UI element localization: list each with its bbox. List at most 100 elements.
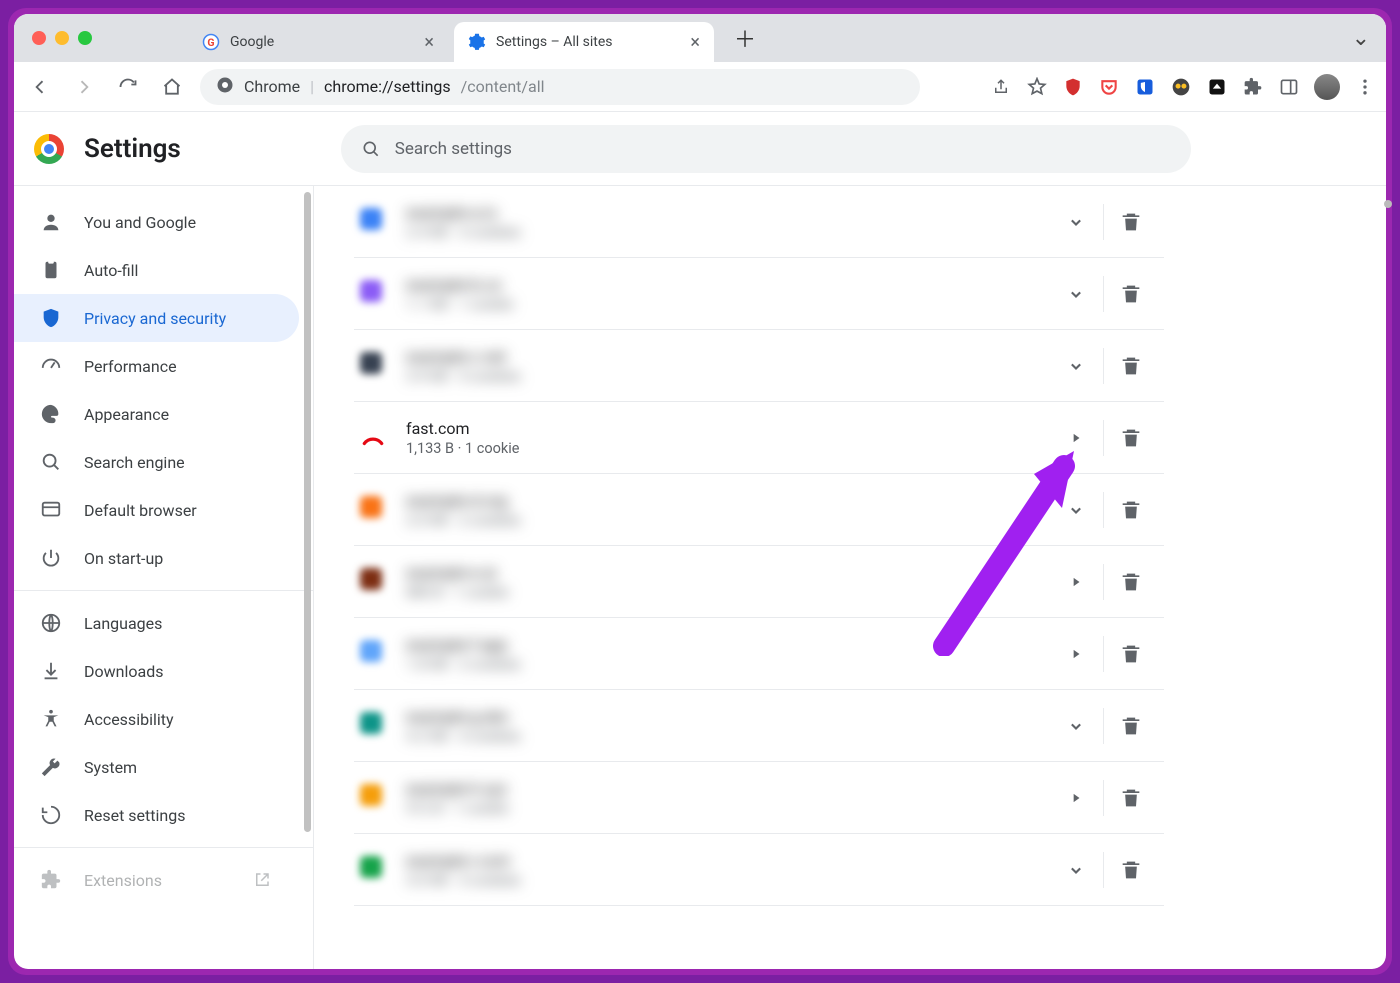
profile-avatar[interactable] (1314, 74, 1340, 100)
site-row[interactable]: example-f.app1.8 KB · 2 cookies (354, 618, 1164, 690)
search-settings-input[interactable]: Search settings (341, 125, 1191, 173)
home-button[interactable] (156, 71, 188, 103)
site-row[interactable]: fast.com1,133 B · 1 cookie (354, 402, 1164, 474)
site-favicon-icon (360, 640, 388, 668)
google-favicon-icon: G (202, 33, 220, 51)
row-actions (1049, 630, 1158, 678)
site-name: example-i.com (406, 851, 1031, 870)
search-icon (361, 139, 381, 159)
clipboard-icon (40, 259, 62, 281)
sidebar-item-downloads[interactable]: Downloads (14, 647, 299, 695)
delete-site-button[interactable] (1104, 270, 1158, 318)
delete-site-button[interactable] (1104, 558, 1158, 606)
expand-row-button[interactable] (1049, 342, 1103, 390)
site-row[interactable]: example-g.dev4.2 KB · 4 cookies (354, 690, 1164, 762)
new-tab-button[interactable]: ＋ (730, 23, 760, 53)
tab-settings[interactable]: Settings – All sites × (454, 22, 714, 62)
wrench-icon (40, 756, 62, 778)
sidebar-item-search-engine[interactable]: Search engine (14, 438, 299, 486)
expand-row-button[interactable] (1049, 630, 1103, 678)
expand-row-button[interactable] (1049, 198, 1103, 246)
sidebar-item-appearance[interactable]: Appearance (14, 390, 299, 438)
sidebar-item-default-browser[interactable]: Default browser (14, 486, 299, 534)
site-name: example-a.io (406, 203, 1031, 222)
site-name: example-f.app (406, 635, 1031, 654)
row-actions (1049, 198, 1158, 246)
reset-icon (40, 804, 62, 826)
delete-site-button[interactable] (1104, 702, 1158, 750)
forward-button[interactable] (68, 71, 100, 103)
expand-row-button[interactable] (1049, 702, 1103, 750)
expand-row-button[interactable] (1049, 774, 1103, 822)
sidebar-scrollbar[interactable] (304, 192, 311, 832)
sidebar-item-extensions[interactable]: Extensions (14, 856, 299, 904)
settings-sidebar: You and Google Auto-fill Privacy and sec… (14, 186, 314, 969)
sidebar-item-autofill[interactable]: Auto-fill (14, 246, 299, 294)
tab-google[interactable]: G Google × (188, 22, 448, 62)
sidebar-divider (14, 847, 313, 848)
expand-row-button[interactable] (1049, 414, 1103, 462)
sidebar-item-you-and-google[interactable]: You and Google (14, 198, 299, 246)
extension-ublock-icon[interactable] (1062, 76, 1084, 98)
minimize-window-button[interactable] (55, 31, 69, 45)
page-scrollbar-thumb[interactable] (1384, 200, 1392, 208)
back-button[interactable] (24, 71, 56, 103)
extension-generic-2-icon[interactable] (1206, 76, 1228, 98)
site-row[interactable]: example-a.io2.4 KB · 3 cookies (354, 186, 1164, 258)
expand-row-button[interactable] (1049, 558, 1103, 606)
extension-generic-1-icon[interactable] (1170, 76, 1192, 98)
site-meta: 880 B · 1 cookie (406, 584, 1031, 601)
sidebar-item-performance[interactable]: Performance (14, 342, 299, 390)
extensions-puzzle-icon[interactable] (1242, 76, 1264, 98)
close-window-button[interactable] (32, 31, 46, 45)
sidebar-item-privacy-security[interactable]: Privacy and security (14, 294, 299, 342)
site-row[interactable]: example-c.net3.9 KB · 5 cookies (354, 330, 1164, 402)
delete-site-button[interactable] (1104, 774, 1158, 822)
delete-site-button[interactable] (1104, 414, 1158, 462)
expand-row-button[interactable] (1049, 846, 1103, 894)
delete-site-button[interactable] (1104, 342, 1158, 390)
extension-bitwarden-icon[interactable] (1134, 76, 1156, 98)
tabs-dropdown-icon[interactable]: ⌄ (1352, 26, 1370, 51)
row-actions (1049, 558, 1158, 606)
share-icon[interactable] (990, 76, 1012, 98)
sidebar-item-label: Search engine (84, 453, 185, 472)
site-row[interactable]: example-e.ai 880 B · 1 cookie (354, 546, 1164, 618)
side-panel-icon[interactable] (1278, 76, 1300, 98)
chrome-logo-icon (34, 134, 64, 164)
site-row[interactable]: example-i.com3.0 KB · 3 cookies (354, 834, 1164, 906)
site-row[interactable]: example-h.xyz512 B · 1 cookie (354, 762, 1164, 834)
expand-row-button[interactable] (1049, 270, 1103, 318)
kebab-menu-icon[interactable] (1354, 76, 1376, 98)
site-row[interactable]: example-b.co1.1 KB · 1 cookie (354, 258, 1164, 330)
maximize-window-button[interactable] (78, 31, 92, 45)
sidebar-item-languages[interactable]: Languages (14, 599, 299, 647)
sidebar-item-label: Reset settings (84, 806, 185, 825)
sidebar-item-startup[interactable]: On start-up (14, 534, 299, 582)
reload-button[interactable] (112, 71, 144, 103)
delete-site-button[interactable] (1104, 630, 1158, 678)
tab-strip: G Google × Settings – All sites × ＋ ⌄ (14, 14, 1386, 62)
site-name: example-b.co (406, 275, 1031, 294)
site-row[interactable]: example-d.org2.0 KB · 2 cookies (354, 474, 1164, 546)
site-name: example-e.ai (406, 563, 1031, 582)
close-tab-icon[interactable]: × (424, 32, 434, 53)
sidebar-item-accessibility[interactable]: Accessibility (14, 695, 299, 743)
window-controls[interactable] (32, 31, 92, 45)
globe-icon (40, 612, 62, 634)
delete-site-button[interactable] (1104, 198, 1158, 246)
address-bar[interactable]: Chrome | chrome://settings/content/all (200, 69, 920, 105)
extension-pocket-icon[interactable] (1098, 76, 1120, 98)
toolbar: Chrome | chrome://settings/content/all (14, 62, 1386, 112)
star-bookmark-icon[interactable] (1026, 76, 1048, 98)
chrome-icon (216, 76, 234, 98)
sidebar-item-system[interactable]: System (14, 743, 299, 791)
accessibility-icon (40, 708, 62, 730)
expand-row-button[interactable] (1049, 486, 1103, 534)
sidebar-item-reset[interactable]: Reset settings (14, 791, 299, 839)
delete-site-button[interactable] (1104, 846, 1158, 894)
sidebar-item-label: Extensions (84, 871, 162, 890)
row-actions (1049, 414, 1158, 462)
close-tab-icon[interactable]: × (690, 32, 700, 53)
delete-site-button[interactable] (1104, 486, 1158, 534)
